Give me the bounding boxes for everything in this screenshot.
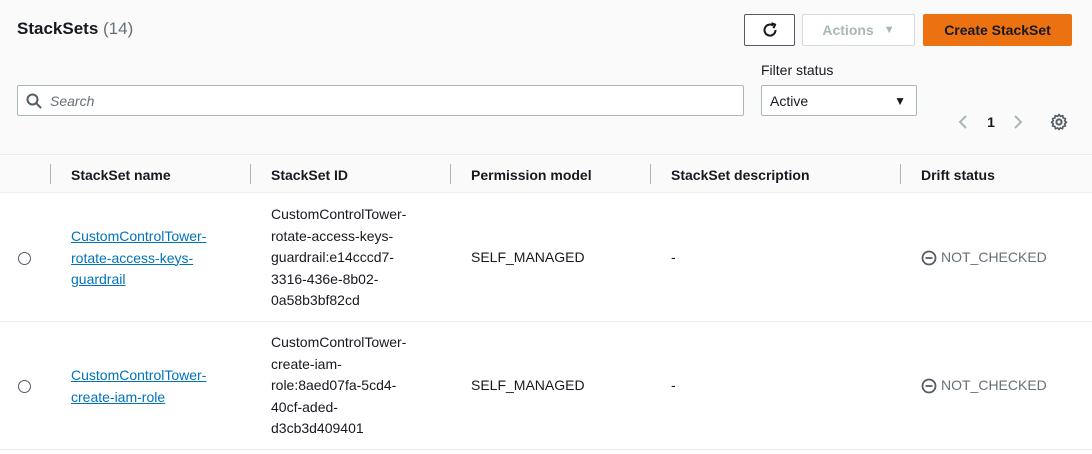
name-line: CustomControlTower-	[71, 367, 207, 383]
caret-down-icon: ▼	[894, 93, 906, 108]
stackset-count: (14)	[103, 19, 134, 38]
create-stackset-button[interactable]: Create StackSet	[923, 14, 1072, 46]
stackset-name-cell: CustomControlTower- rotate-access-keys- …	[71, 226, 206, 291]
table-header-panel: StackSets (14) Actions ▼ Create StackSet…	[0, 0, 1092, 155]
drift-status-text: NOT_CHECKED	[941, 249, 1047, 265]
column-divider[interactable]	[250, 164, 251, 184]
id-line: guardrail:e14cccd7-	[271, 249, 394, 265]
refresh-icon	[763, 22, 777, 37]
page-title: StackSets (14)	[17, 19, 133, 39]
search-icon	[18, 86, 50, 116]
column-header-row: StackSet name StackSet ID Permission mod…	[0, 156, 1092, 193]
id-line: role:8aed07fa-5cd4-	[271, 377, 397, 393]
column-header-drift[interactable]: Drift status	[921, 156, 995, 193]
id-line: 0a58b3bf82cd	[271, 292, 360, 308]
previous-page-button[interactable]	[953, 110, 973, 134]
column-divider[interactable]	[650, 164, 651, 184]
caret-down-icon: ▼	[883, 24, 895, 36]
column-header-id[interactable]: StackSet ID	[271, 156, 348, 193]
table-row[interactable]: CustomControlTower- create-iam-role Cust…	[0, 322, 1092, 450]
name-line: guardrail	[71, 271, 126, 287]
search-box	[17, 85, 744, 116]
column-divider[interactable]	[450, 164, 451, 184]
column-header-permission[interactable]: Permission model	[471, 156, 592, 193]
actions-label: Actions	[822, 22, 874, 38]
name-line: CustomControlTower-	[71, 228, 207, 244]
id-line: create-iam-	[271, 355, 342, 372]
next-page-button[interactable]	[1008, 110, 1028, 134]
gear-icon	[1050, 113, 1068, 131]
row-select-radio[interactable]	[18, 380, 31, 393]
id-line: 3316-436e-8b02-	[271, 270, 379, 287]
id-line: 40cf-aded-	[271, 398, 338, 415]
filter-status-select[interactable]: Active ▼	[761, 85, 917, 116]
id-line: rotate-access-keys-	[271, 227, 394, 244]
column-header-name[interactable]: StackSet name	[71, 156, 171, 193]
column-divider[interactable]	[50, 164, 51, 184]
description-cell: -	[671, 377, 676, 393]
drift-status-cell: NOT_CHECKED	[921, 375, 1047, 397]
filter-status-label: Filter status	[761, 62, 834, 78]
stackset-name-cell: CustomControlTower- create-iam-role	[71, 365, 206, 408]
id-line: CustomControlTower-	[271, 206, 407, 222]
actions-button[interactable]: Actions ▼	[802, 14, 915, 46]
not-checked-icon	[921, 250, 937, 266]
filter-status-value: Active	[770, 92, 809, 109]
chevron-left-icon	[958, 115, 967, 129]
stackset-name-link[interactable]: CustomControlTower- create-iam-role	[71, 367, 206, 405]
id-line: CustomControlTower-	[271, 334, 407, 350]
search-input[interactable]	[50, 86, 743, 115]
name-line: rotate-access-keys-	[71, 249, 194, 266]
stackset-id-cell: CustomControlTower- create-iam- role:8ae…	[271, 332, 406, 440]
stackset-name-link[interactable]: CustomControlTower- rotate-access-keys- …	[71, 228, 206, 287]
column-divider[interactable]	[900, 164, 901, 184]
column-header-description[interactable]: StackSet description	[671, 156, 810, 193]
page-number[interactable]: 1	[981, 110, 1001, 134]
id-line: d3cb3d409401	[271, 420, 364, 436]
drift-status-cell: NOT_CHECKED	[921, 247, 1047, 269]
table-row[interactable]: CustomControlTower- rotate-access-keys- …	[0, 194, 1092, 322]
permission-model-cell: SELF_MANAGED	[471, 377, 585, 393]
refresh-button[interactable]	[744, 14, 795, 46]
title-text: StackSets	[17, 19, 99, 38]
drift-status-text: NOT_CHECKED	[941, 377, 1047, 393]
description-cell: -	[671, 249, 676, 265]
not-checked-icon	[921, 378, 937, 394]
preferences-button[interactable]	[1047, 110, 1071, 134]
permission-model-cell: SELF_MANAGED	[471, 249, 585, 265]
row-select-radio[interactable]	[18, 252, 31, 265]
stackset-id-cell: CustomControlTower- rotate-access-keys- …	[271, 204, 406, 312]
chevron-right-icon	[1014, 115, 1023, 129]
name-line: create-iam-role	[71, 388, 166, 405]
